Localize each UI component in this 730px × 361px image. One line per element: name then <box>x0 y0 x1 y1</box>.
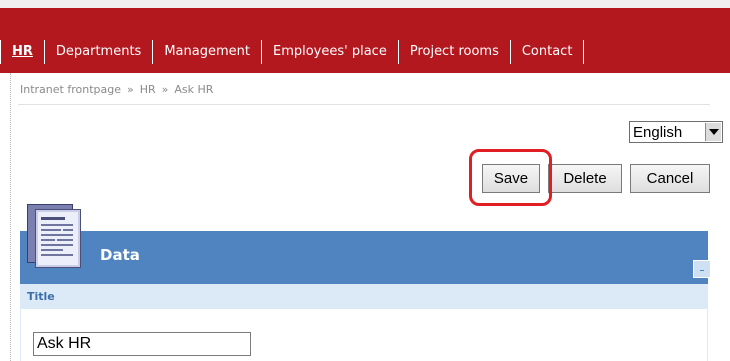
breadcrumb: Intranet frontpage » HR » Ask HR <box>20 83 213 96</box>
content-left-border <box>10 73 11 361</box>
data-panel-header: Data <box>20 231 711 284</box>
breadcrumb-item-current: Ask HR <box>174 83 214 96</box>
breadcrumb-item-intranet-frontpage[interactable]: Intranet frontpage <box>20 83 121 96</box>
save-button[interactable]: Save <box>482 164 540 193</box>
title-field-row: Title <box>20 284 708 309</box>
breadcrumb-separator: » <box>126 83 134 96</box>
nav-item-hr[interactable]: HR <box>1 39 44 65</box>
nav-item-management[interactable]: Management <box>153 39 261 65</box>
cancel-button[interactable]: Cancel <box>630 164 710 193</box>
nav-item-contact[interactable]: Contact <box>511 39 584 65</box>
title-input[interactable] <box>33 332 251 356</box>
breadcrumb-separator: » <box>161 83 169 96</box>
language-select[interactable]: English <box>629 121 723 143</box>
language-select-value: English <box>633 124 683 141</box>
nav-item-employees-place[interactable]: Employees' place <box>262 39 398 65</box>
top-strip <box>0 0 730 8</box>
dropdown-arrow-icon[interactable] <box>705 123 721 141</box>
nav-item-departments[interactable]: Departments <box>45 39 152 65</box>
main-navigation: HR Departments Management Employees' pla… <box>0 8 730 73</box>
document-icon <box>27 204 81 268</box>
nav-separator <box>583 40 585 64</box>
delete-button[interactable]: Delete <box>548 164 622 193</box>
panel-title: Data <box>100 246 140 264</box>
breadcrumb-divider <box>18 104 710 105</box>
collapse-button[interactable] <box>693 260 711 278</box>
nav-item-project-rooms[interactable]: Project rooms <box>399 39 510 65</box>
breadcrumb-item-hr[interactable]: HR <box>140 83 156 96</box>
title-field-label: Title <box>27 290 55 303</box>
